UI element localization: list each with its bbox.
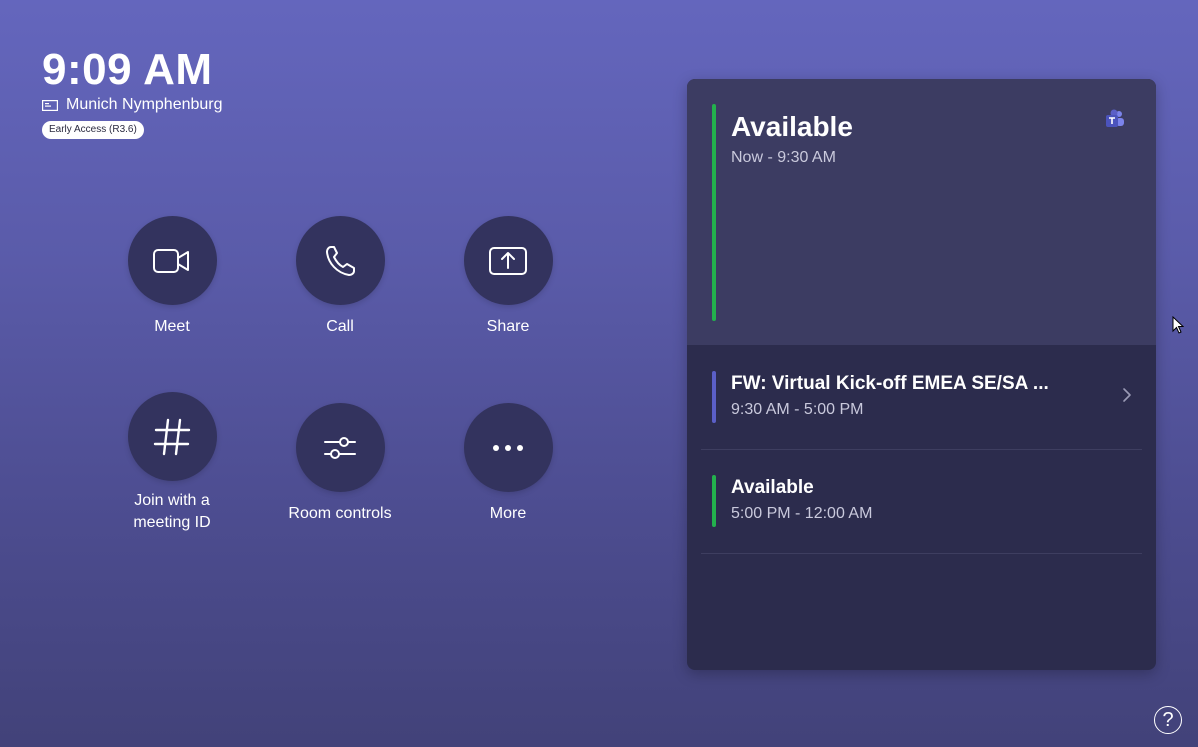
meet-button[interactable]: Meet: [92, 216, 252, 338]
current-status-time: Now - 9:30 AM: [731, 149, 836, 166]
version-badge: Early Access (R3.6): [42, 121, 144, 139]
available-title: Available: [731, 477, 814, 498]
more-button[interactable]: More: [428, 403, 588, 525]
current-status-title: Available: [731, 111, 853, 142]
more-label: More: [489, 505, 527, 522]
room-info: Munich Nymphenburg: [42, 96, 223, 114]
join-meeting-id-button[interactable]: Join with a meeting ID: [92, 392, 252, 534]
calendar-panel: Available Now - 9:30 AM FW: Virtual Kick…: [687, 79, 1156, 670]
room-controls-circle[interactable]: [295, 403, 385, 492]
room-controls-label: Room controls: [288, 505, 392, 522]
call-button[interactable]: Call: [260, 216, 420, 338]
join-meeting-id-label: Join with a meeting ID: [133, 492, 211, 531]
more-icon: [493, 444, 523, 451]
chevron-right-icon: [1123, 388, 1131, 402]
room-controls-button[interactable]: Room controls: [260, 403, 420, 525]
calendar-item-available: Available 5:00 PM - 12:00 AM: [701, 449, 1142, 554]
share-label: Share: [486, 318, 530, 335]
video-camera-icon: [153, 248, 189, 273]
available-time: 5:00 PM - 12:00 AM: [731, 505, 873, 522]
join-circle[interactable]: [127, 392, 217, 481]
share-screen-icon: [489, 246, 527, 275]
clock: 9:09 AM: [42, 45, 213, 94]
available-color-bar: [712, 475, 716, 527]
calendar-item-meeting[interactable]: FW: Virtual Kick-off EMEA SE/SA ... 9:30…: [701, 345, 1142, 450]
call-label: Call: [326, 318, 354, 335]
current-status-card: Available Now - 9:30 AM: [687, 79, 1156, 345]
phone-icon: [326, 245, 355, 276]
meet-label: Meet: [154, 318, 190, 335]
room-header: 9:09 AM Munich Nymphenburg Early Access …: [42, 44, 223, 139]
meeting-time: 9:30 AM - 5:00 PM: [731, 401, 864, 418]
meeting-title: FW: Virtual Kick-off EMEA SE/SA ...: [731, 373, 1049, 394]
more-circle[interactable]: [463, 403, 553, 492]
current-status-bar: [712, 104, 716, 321]
help-button[interactable]: ?: [1154, 706, 1182, 734]
meeting-color-bar: [712, 371, 716, 423]
room-name: Munich Nymphenburg: [66, 96, 223, 113]
meet-circle[interactable]: [127, 216, 217, 305]
mouse-cursor-icon: [1172, 316, 1184, 334]
share-circle[interactable]: [463, 216, 553, 305]
sliders-icon: [324, 436, 356, 459]
teams-logo-icon: [1106, 109, 1124, 127]
hash-icon: [153, 418, 191, 455]
room-display-icon: [42, 99, 58, 111]
call-circle[interactable]: [295, 216, 385, 305]
share-button[interactable]: Share: [428, 216, 588, 338]
